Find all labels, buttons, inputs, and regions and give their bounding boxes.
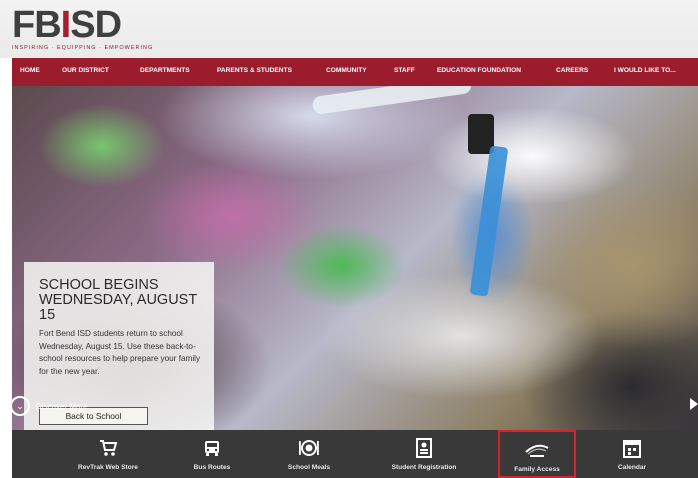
cart-icon [98, 438, 118, 458]
quick-link-revtrak[interactable]: RevTrak Web Store [68, 430, 148, 478]
nav-item-community[interactable]: COMMUNITY [326, 67, 367, 74]
skyward-icon [524, 440, 550, 460]
logo-text: FBISD [12, 4, 122, 46]
nav-item-careers[interactable]: CAREERS [556, 67, 588, 74]
hero-title: SCHOOL BEGINS WEDNESDAY, AUGUST 15 [39, 277, 197, 323]
nav-item-parents-students[interactable]: PARENTS & STUDENTS [217, 67, 292, 74]
quick-link-school-meals[interactable]: School Meals [274, 430, 344, 478]
plate-icon [298, 438, 320, 458]
site-header: FBISD INSPIRING · EQUIPPING · EMPOWERING [0, 0, 698, 58]
quick-link-family-access[interactable]: Family Access [498, 430, 576, 478]
hero-banner: SCHOOL BEGINS WEDNESDAY, AUGUST 15 Fort … [12, 86, 698, 430]
quick-links-bar: RevTrak Web Store Bus Routes School Meal… [12, 430, 698, 478]
quick-link-student-registration[interactable]: Student Registration [374, 430, 474, 478]
next-slide-arrow-icon[interactable] [690, 398, 698, 410]
discover-more-link[interactable]: ⌄ Discover More [10, 396, 88, 416]
discover-more-label: Discover More [36, 401, 88, 411]
nav-item-education-foundation[interactable]: EDUCATION FOUNDATION [437, 67, 521, 74]
quick-link-label: School Meals [287, 464, 331, 471]
hero-photo-handlebar [311, 86, 473, 116]
nav-item-our-district[interactable]: OUR DISTRICT [62, 67, 109, 74]
nav-item-departments[interactable]: DEPARTMENTS [140, 67, 190, 74]
quick-link-label: Student Registration [391, 464, 457, 471]
nav-item-staff[interactable]: STAFF [394, 67, 415, 74]
fbisd-logo[interactable]: FBISD INSPIRING · EQUIPPING · EMPOWERING [12, 4, 152, 54]
registration-icon [415, 438, 433, 458]
nav-item-i-would-like-to[interactable]: I WOULD LIKE TO... [614, 67, 676, 74]
quick-link-label: RevTrak Web Store [78, 464, 138, 471]
chevron-down-icon: ⌄ [10, 396, 30, 416]
quick-link-label: Family Access [514, 466, 560, 473]
quick-link-bus-routes[interactable]: Bus Routes [182, 430, 242, 478]
quick-link-calendar[interactable]: Calendar [610, 430, 654, 478]
main-nav: HOME OUR DISTRICT DEPARTMENTS PARENTS & … [12, 58, 698, 86]
calendar-icon [623, 438, 641, 458]
quick-link-label: Bus Routes [193, 464, 231, 471]
hero-photo-bike-frame [469, 145, 509, 297]
page: FBISD INSPIRING · EQUIPPING · EMPOWERING… [0, 0, 698, 478]
nav-item-home[interactable]: HOME [20, 67, 40, 74]
quick-link-label: Calendar [617, 464, 647, 471]
bus-icon [202, 438, 222, 458]
hero-body: Fort Bend ISD students return to school … [39, 329, 201, 376]
